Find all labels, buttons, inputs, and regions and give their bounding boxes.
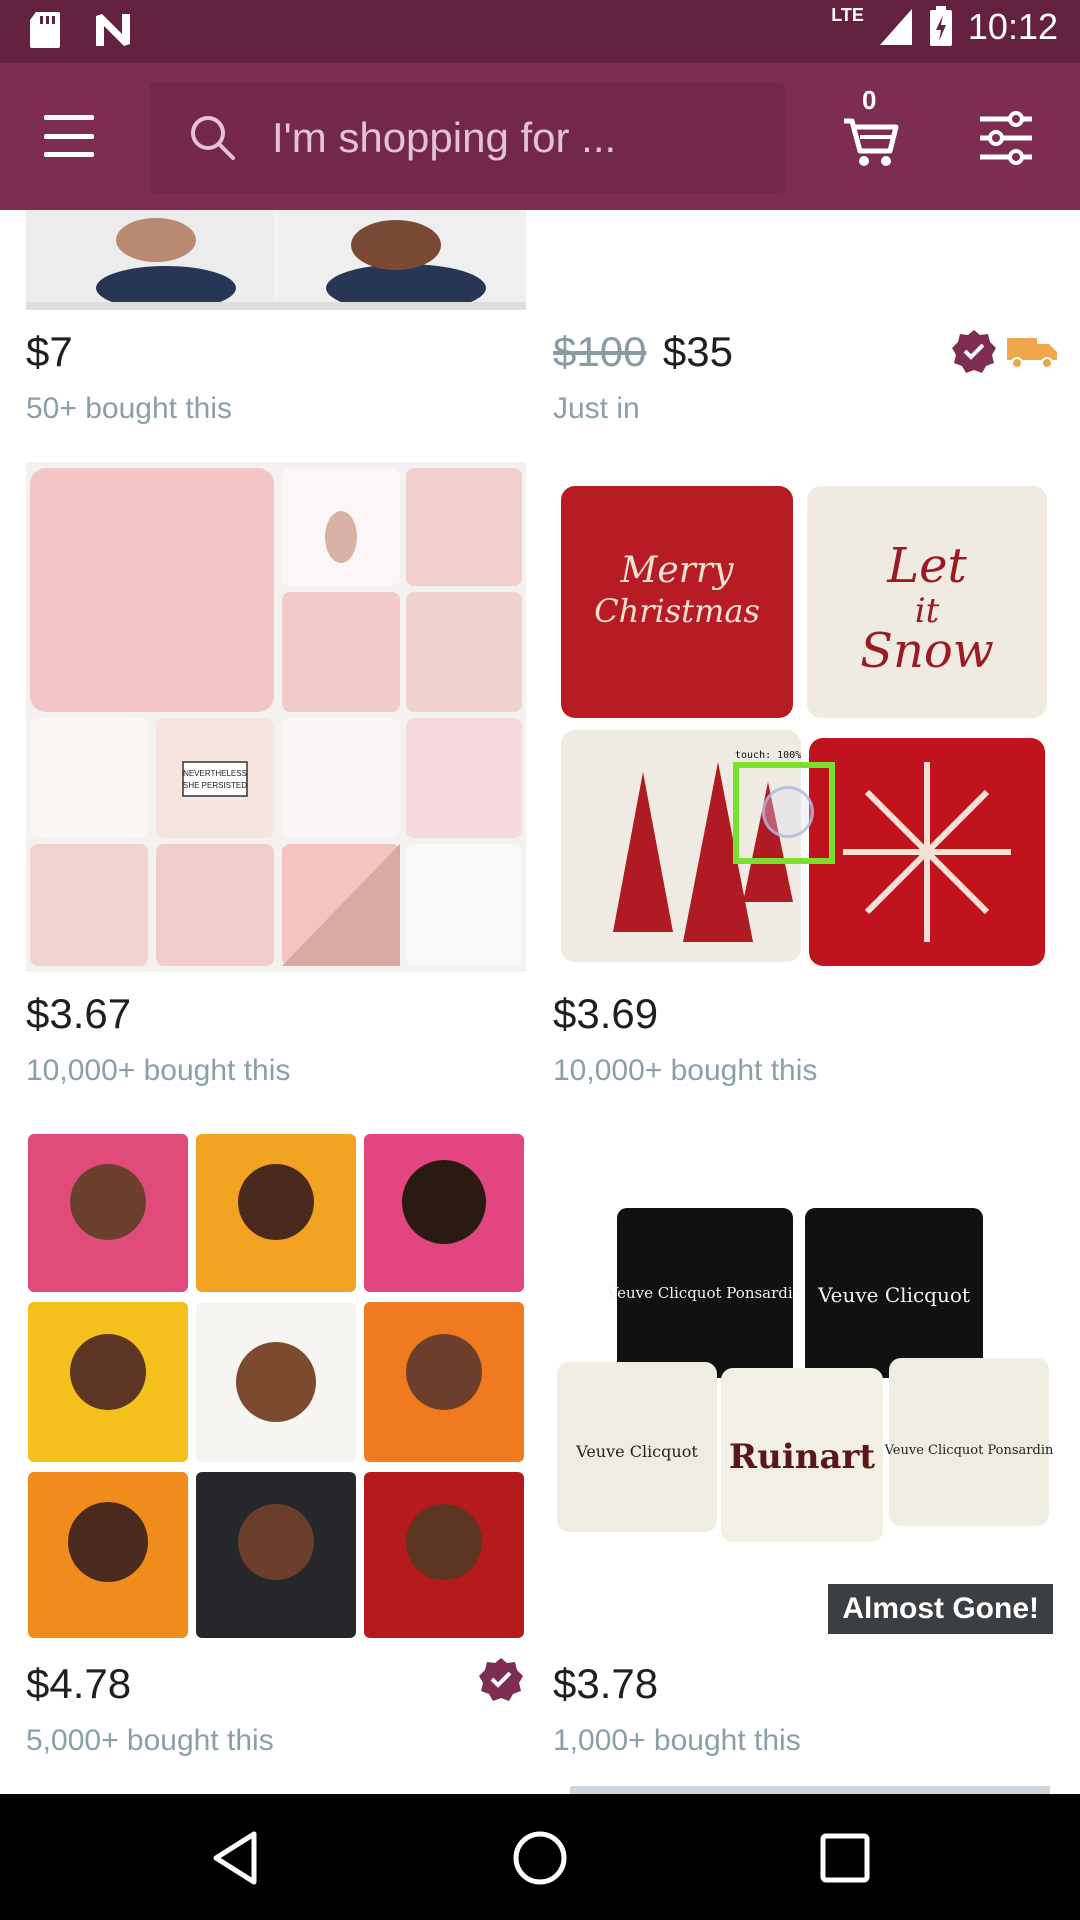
product-price: $4.78	[26, 1660, 132, 1707]
clock: 10:12	[967, 6, 1058, 47]
product-image[interactable]: Merry Christmas Let it Snow	[553, 462, 1053, 972]
svg-text:Veuve Clicquot: Veuve Clicquot	[575, 1442, 698, 1461]
search-input[interactable]	[272, 105, 752, 171]
app-screen: LTE 10:12 0	[0, 0, 1080, 1920]
network-type: LTE	[831, 4, 864, 25]
status-right-icons: LTE 10:12	[831, 4, 1058, 48]
product-price: $35	[662, 328, 733, 375]
product-image[interactable]	[553, 210, 1053, 310]
svg-text:Veuve Clicquot Ponsardin: Veuve Clicquot Ponsardin	[607, 1284, 803, 1302]
product-card[interactable]: $4.78 5,000+ bought this	[26, 1132, 526, 1758]
price-row: $3.78	[553, 1660, 1053, 1720]
touch-indicator-label: touch: 100%	[735, 750, 802, 761]
sold-count: Just in	[553, 392, 640, 425]
system-nav-bar	[0, 1794, 1080, 1920]
price-row: $100 $35	[553, 328, 1057, 388]
search-bar[interactable]	[150, 83, 785, 193]
recent-apps-icon[interactable]	[815, 1828, 875, 1888]
svg-text:Veuve Clicquot: Veuve Clicquot	[817, 1283, 970, 1307]
verified-badge-icon	[952, 330, 996, 373]
product-card[interactable]: Veuve Clicquot Ponsardin Veuve Clicquot …	[553, 1132, 1053, 1758]
product-price: $3.67	[26, 990, 132, 1037]
status-left-icons	[28, 10, 134, 50]
pink-pillows-photo: NEVERTHELESS SHE PERSISTED	[26, 462, 526, 972]
filter-icon[interactable]	[978, 111, 1034, 165]
product-image[interactable]	[26, 210, 526, 310]
svg-text:Merry: Merry	[620, 550, 735, 591]
verified-badge-icon	[479, 1658, 523, 1701]
shipping-truck-icon	[1007, 338, 1057, 369]
app-header: 0	[0, 63, 1080, 210]
product-price: $3.78	[553, 1660, 659, 1707]
illustrated-pillows-photo	[26, 1132, 526, 1642]
product-image[interactable]: Veuve Clicquot Ponsardin Veuve Clicquot …	[553, 1132, 1053, 1642]
christmas-pillows-photo: Merry Christmas Let it Snow	[553, 462, 1053, 972]
price-row: $3.69	[553, 990, 1053, 1050]
next-product-peek	[570, 1786, 1050, 1794]
cart-count-badge: 0	[862, 85, 877, 115]
sold-count: 1,000+ bought this	[553, 1724, 801, 1757]
svg-text:Snow: Snow	[860, 623, 994, 679]
champagne-pillows-photo: Veuve Clicquot Ponsardin Veuve Clicquot …	[553, 1132, 1053, 1642]
original-price: $100	[553, 328, 647, 375]
svg-text:Veuve Clicquot Ponsardin: Veuve Clicquot Ponsardin	[884, 1443, 1053, 1458]
product-image[interactable]	[26, 1132, 526, 1642]
almost-gone-badge: Almost Gone!	[828, 1584, 1053, 1634]
product-card[interactable]: $100 $35 Just in	[553, 210, 1057, 426]
menu-icon	[44, 115, 94, 120]
home-icon[interactable]	[510, 1828, 570, 1888]
svg-text:Christmas: Christmas	[594, 592, 760, 630]
svg-text:NEVERTHELESS: NEVERTHELESS	[183, 769, 247, 778]
pillow-photo	[26, 210, 526, 310]
touch-point	[762, 786, 814, 838]
price-row: $7	[26, 328, 526, 388]
menu-button[interactable]	[44, 115, 98, 157]
product-card[interactable]: NEVERTHELESS SHE PERSISTED $3.67 10,000+…	[26, 462, 526, 1088]
sold-count: 5,000+ bought this	[26, 1724, 274, 1757]
cart-button[interactable]: 0	[840, 85, 900, 171]
back-icon[interactable]	[206, 1828, 266, 1888]
svg-text:SHE PERSISTED: SHE PERSISTED	[183, 781, 247, 790]
svg-text:Let: Let	[886, 538, 967, 594]
price-row: $4.78	[26, 1658, 526, 1720]
signal-icon	[879, 9, 912, 45]
price-row: $3.67	[26, 990, 526, 1050]
sold-count: 10,000+ bought this	[553, 1054, 818, 1087]
product-feed[interactable]: $7 50+ bought this $100 $35 Just in NEVE…	[0, 210, 1080, 1794]
search-icon	[191, 116, 235, 160]
battery-charging-icon	[929, 6, 952, 46]
product-price: $3.69	[553, 990, 659, 1037]
sold-count: 10,000+ bought this	[26, 1054, 291, 1087]
sd-card-icon	[30, 12, 60, 48]
product-price: $7	[26, 328, 73, 375]
sold-count: 50+ bought this	[26, 392, 233, 425]
product-image[interactable]: NEVERTHELESS SHE PERSISTED	[26, 462, 526, 972]
svg-text:Ruinart: Ruinart	[729, 1437, 876, 1477]
product-card[interactable]: $7 50+ bought this	[26, 210, 526, 426]
n-notification-icon	[96, 14, 130, 46]
status-bar: LTE 10:12	[0, 0, 1080, 63]
